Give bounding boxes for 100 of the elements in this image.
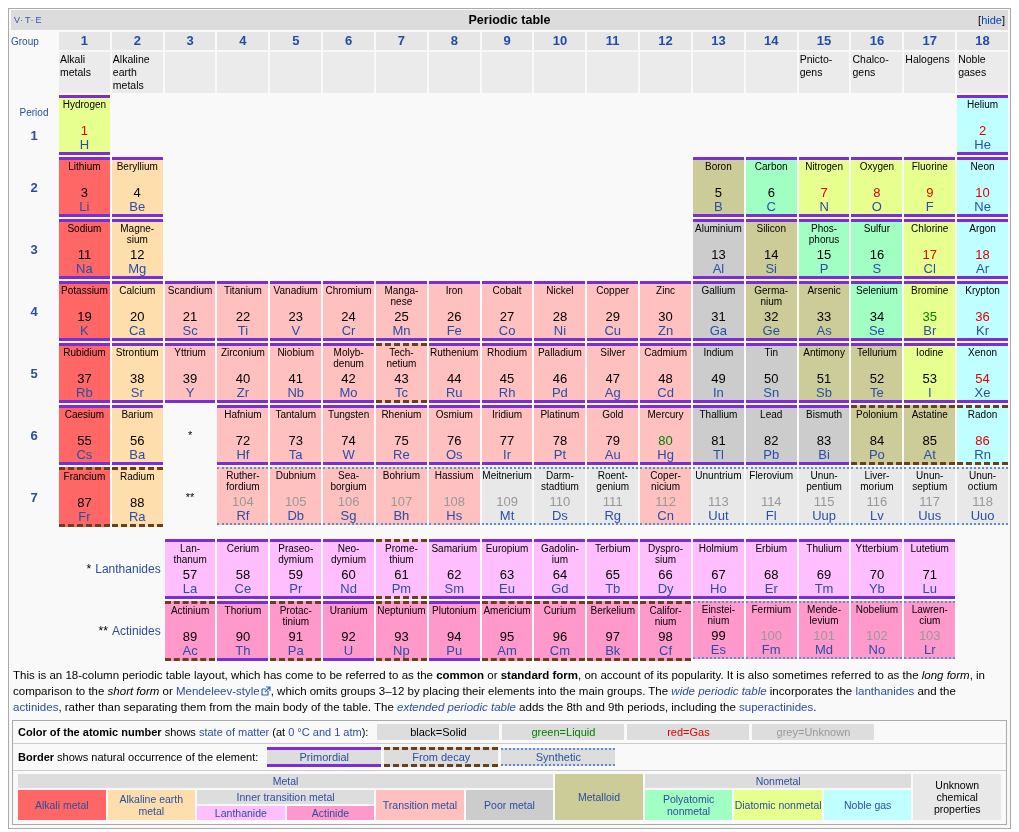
element-symbol[interactable]: B: [714, 200, 723, 214]
element-cell[interactable]: Molyb-denum 42 Mo: [323, 343, 374, 403]
element-cell[interactable]: Germa-nium 32 Ge: [745, 281, 797, 341]
element-symbol[interactable]: Ge: [762, 324, 780, 338]
element-symbol[interactable]: C: [766, 200, 776, 214]
group-number[interactable]: 14: [745, 32, 797, 50]
element-symbol[interactable]: Ta: [288, 448, 303, 462]
element-symbol[interactable]: P: [819, 262, 829, 276]
element-symbol[interactable]: Ag: [604, 386, 621, 400]
element-symbol[interactable]: Uuo: [970, 509, 995, 523]
element-symbol[interactable]: Uus: [918, 509, 942, 523]
element-symbol[interactable]: Mn: [392, 324, 411, 338]
element-cell[interactable]: Darm-stadtium 110 Ds: [534, 467, 586, 525]
element-symbol[interactable]: Sm: [444, 582, 464, 596]
element-symbol[interactable]: Cl: [923, 262, 936, 276]
element-symbol[interactable]: Sb: [816, 386, 832, 400]
legend-header[interactable]: Inner transition metal: [197, 790, 375, 804]
legend-item[interactable]: Noble gas: [823, 790, 912, 820]
element-symbol[interactable]: Pu: [446, 644, 463, 658]
element-cell[interactable]: Nobelium 102 No: [851, 601, 903, 659]
element-cell[interactable]: Tellurium 52 Te: [851, 343, 903, 403]
element-symbol[interactable]: Ds: [551, 509, 568, 523]
element-symbol[interactable]: Hg: [657, 448, 674, 462]
text-link[interactable]: lanthanides: [855, 685, 915, 697]
element-symbol[interactable]: Ho: [710, 582, 727, 596]
element-symbol[interactable]: As: [816, 324, 832, 338]
element-cell[interactable]: Ruthenium 44 Ru: [428, 343, 480, 403]
group-number[interactable]: 12: [640, 32, 691, 50]
element-cell[interactable]: Holmium 67 Ho: [693, 539, 744, 599]
element-cell[interactable]: Califor-nium 98 Cf: [640, 601, 691, 661]
element-symbol[interactable]: Cn: [657, 509, 674, 523]
element-symbol[interactable]: Si: [765, 262, 777, 276]
element-symbol[interactable]: O: [871, 200, 882, 214]
group-number[interactable]: 10: [534, 32, 586, 50]
element-symbol[interactable]: Fm: [761, 643, 781, 657]
element-symbol[interactable]: Rh: [498, 386, 516, 400]
element-cell[interactable]: Neon 10 Ne: [957, 157, 1008, 217]
element-cell[interactable]: Berkelium 97 Bk: [587, 601, 639, 661]
group-number[interactable]: 4: [217, 32, 269, 50]
element-cell[interactable]: Vanadium 23 V: [270, 281, 322, 341]
element-cell[interactable]: Lithium 3 Li: [59, 157, 110, 217]
element-cell[interactable]: Potassium 19 K: [59, 281, 110, 341]
element-cell[interactable]: Neo-dymium 60 Nd: [323, 539, 374, 599]
element-cell[interactable]: Tungsten 74 W: [323, 405, 374, 465]
legend-item[interactable]: Lanthanide: [197, 806, 285, 820]
element-cell[interactable]: Hafnium 72 Hf: [217, 405, 269, 465]
element-symbol[interactable]: Sg: [340, 509, 357, 523]
text-link[interactable]: state of matter: [198, 726, 270, 738]
group-number[interactable]: 18: [957, 32, 1008, 50]
element-cell[interactable]: Lan-thanum 57 La: [164, 539, 216, 599]
element-symbol[interactable]: Zn: [658, 324, 674, 338]
element-symbol[interactable]: Hs: [446, 509, 463, 523]
element-cell[interactable]: Astatine 85 At: [904, 405, 956, 465]
element-cell[interactable]: Thulium 69 Tm: [798, 539, 850, 599]
element-symbol[interactable]: Ga: [709, 324, 728, 338]
element-symbol[interactable]: Lv: [870, 509, 884, 523]
element-cell[interactable]: Liver-morium 116 Lv: [851, 467, 903, 525]
element-symbol[interactable]: Pr: [289, 582, 303, 596]
element-cell[interactable]: Gold 79 Au: [587, 405, 639, 465]
element-symbol[interactable]: Pm: [391, 582, 412, 596]
element-cell[interactable]: Bromine 35 Br: [904, 281, 956, 341]
element-cell[interactable]: Fermium 100 Fm: [745, 601, 797, 659]
element-cell[interactable]: Oxygen 8 O: [851, 157, 903, 217]
element-symbol[interactable]: Uup: [812, 509, 836, 523]
element-symbol[interactable]: Mg: [128, 262, 147, 276]
element-symbol[interactable]: Sc: [182, 324, 198, 338]
element-cell[interactable]: Tantalum 73 Ta: [270, 405, 322, 465]
element-cell[interactable]: Osmium 76 Os: [428, 405, 480, 465]
group-number[interactable]: 5: [270, 32, 322, 50]
element-cell[interactable]: Beryllium 4 Be: [111, 157, 163, 217]
element-symbol[interactable]: Ir: [503, 448, 512, 462]
element-cell[interactable]: Xenon 54 Xe: [957, 343, 1008, 403]
navbox-link[interactable]: E: [35, 15, 42, 25]
element-cell[interactable]: Rubidium 37 Rb: [59, 343, 110, 403]
element-symbol[interactable]: Er: [764, 582, 778, 596]
legend-item[interactable]: Primordial: [267, 747, 382, 767]
element-cell[interactable]: Mercury 80 Hg: [640, 405, 691, 465]
element-symbol[interactable]: Bk: [605, 644, 621, 658]
period-number[interactable]: 5: [30, 365, 38, 381]
element-symbol[interactable]: Sn: [763, 386, 780, 400]
element-symbol[interactable]: Ba: [129, 448, 146, 462]
element-symbol[interactable]: Bi: [818, 448, 830, 462]
element-cell[interactable]: Caesium 55 Cs: [59, 405, 110, 465]
element-symbol[interactable]: N: [819, 200, 829, 214]
element-symbol[interactable]: U: [343, 644, 354, 658]
period-number[interactable]: 1: [30, 128, 38, 143]
element-cell[interactable]: Iodine 53 I: [904, 343, 956, 403]
element-cell[interactable]: Dyspro-sium 66 Dy: [640, 539, 691, 599]
element-symbol[interactable]: S: [872, 262, 882, 276]
element-cell[interactable]: Zinc 30 Zn: [640, 281, 691, 341]
element-cell[interactable]: Cerium 58 Ce: [217, 539, 269, 599]
element-cell[interactable]: Silicon 14 Si: [745, 219, 797, 279]
element-symbol[interactable]: Rg: [604, 509, 622, 523]
navbox-link[interactable]: T: [25, 15, 31, 25]
legend-header[interactable]: Nonmetal: [644, 774, 912, 788]
element-cell[interactable]: Radium 88 Ra: [111, 467, 163, 527]
element-cell[interactable]: Thorium 90 Th: [217, 601, 269, 661]
element-cell[interactable]: Lutetium 71 Lu: [904, 539, 956, 599]
element-symbol[interactable]: He: [974, 138, 991, 152]
group-number[interactable]: 8: [428, 32, 480, 50]
